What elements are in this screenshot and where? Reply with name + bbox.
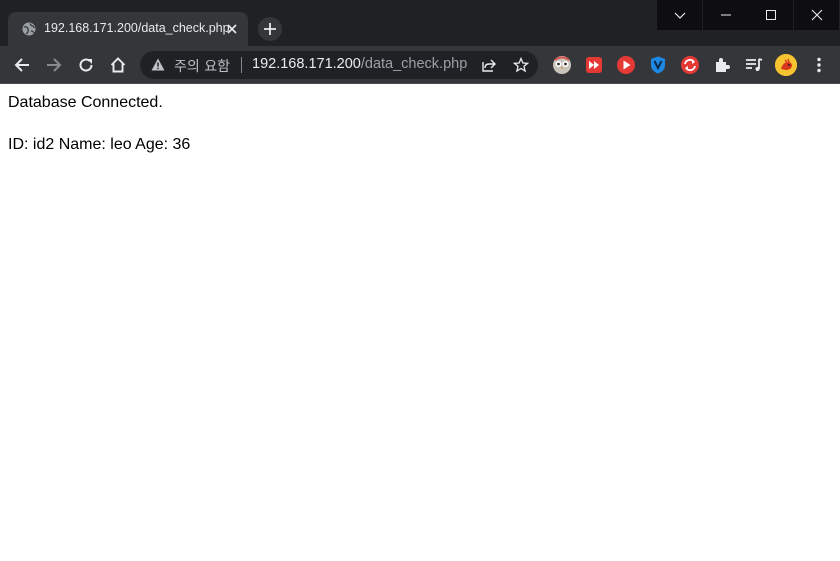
title-bar: 192.168.171.200/data_check.php xyxy=(0,0,840,46)
active-tab[interactable]: 192.168.171.200/data_check.php xyxy=(8,12,248,46)
forward-icon xyxy=(47,58,62,72)
chevron-down-icon xyxy=(674,12,685,19)
share-icon[interactable] xyxy=(481,57,497,73)
window-close-icon xyxy=(811,9,822,21)
menu-button[interactable] xyxy=(806,52,832,78)
page-content: Database Connected. ID: id2 Name: leo Ag… xyxy=(8,94,190,154)
minimize-icon xyxy=(720,14,731,16)
minimize-button[interactable] xyxy=(703,0,748,30)
profile-avatar[interactable] xyxy=(775,54,797,76)
shield-extension-icon[interactable] xyxy=(648,55,668,75)
url-text[interactable]: 192.168.171.200/data_check.php xyxy=(252,56,467,72)
fast-forward-extension-icon[interactable] xyxy=(584,55,604,75)
star-icon[interactable] xyxy=(513,57,529,73)
db-status-text: Database Connected. xyxy=(8,94,163,111)
back-icon xyxy=(14,58,29,72)
home-button[interactable] xyxy=(105,52,131,78)
new-tab-button[interactable] xyxy=(258,17,282,41)
url-host: 192.168.171.200 xyxy=(252,56,361,72)
extensions-icon[interactable] xyxy=(712,55,732,75)
avatar-icon xyxy=(775,54,797,76)
maximize-button[interactable] xyxy=(748,0,793,30)
window-close-button[interactable] xyxy=(794,0,839,30)
security-warning-label[interactable]: 주의 요함 xyxy=(174,56,230,76)
reading-list-icon[interactable] xyxy=(744,55,764,75)
owl-extension-icon[interactable] xyxy=(552,55,572,75)
close-icon[interactable] xyxy=(224,21,240,37)
tab-search-button[interactable] xyxy=(657,0,702,30)
home-icon xyxy=(110,57,126,73)
reload-button[interactable] xyxy=(73,52,99,78)
plus-icon xyxy=(264,23,276,35)
browser-toolbar: 주의 요함 192.168.171.200/data_check.php xyxy=(0,46,840,84)
warning-icon xyxy=(151,58,165,71)
more-vert-icon xyxy=(817,57,821,73)
tab-title: 192.168.171.200/data_check.php xyxy=(44,21,230,35)
sync-extension-icon[interactable] xyxy=(680,55,700,75)
maximize-icon xyxy=(765,10,776,20)
globe-icon xyxy=(22,22,36,36)
address-bar[interactable]: 주의 요함 192.168.171.200/data_check.php xyxy=(140,51,538,79)
record-text: ID: id2 Name: leo Age: 36 xyxy=(8,136,191,153)
forward-button[interactable] xyxy=(41,52,67,78)
back-button[interactable] xyxy=(9,52,35,78)
reload-icon xyxy=(79,58,93,72)
url-path: /data_check.php xyxy=(360,56,468,72)
separator xyxy=(241,57,242,73)
play-extension-icon[interactable] xyxy=(616,55,636,75)
